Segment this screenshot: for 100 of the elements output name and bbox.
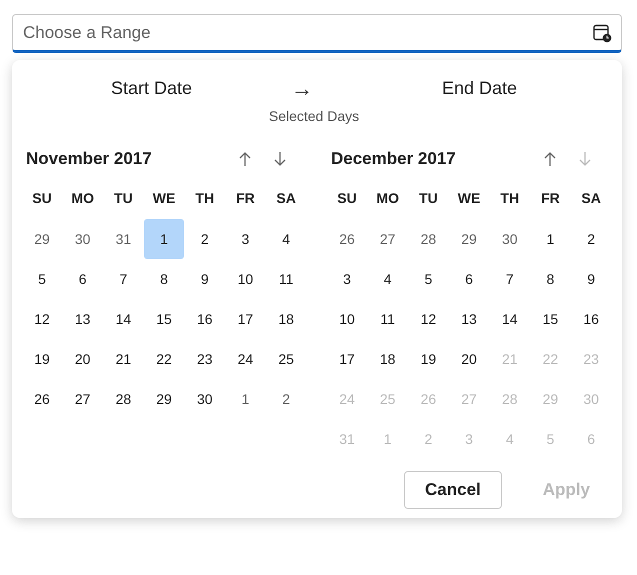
day-cell[interactable]: 29 <box>449 219 490 259</box>
day-cell[interactable]: 29 <box>22 219 62 259</box>
day-cell[interactable]: 6 <box>449 259 490 299</box>
day-cell[interactable]: 3 <box>225 219 266 259</box>
next-month-button[interactable] <box>272 151 288 167</box>
day-cell[interactable]: 11 <box>368 299 408 339</box>
previous-month-button[interactable] <box>542 151 558 167</box>
day-cell[interactable]: 20 <box>62 339 103 379</box>
day-cell[interactable]: 4 <box>266 219 306 259</box>
day-cell[interactable]: 17 <box>327 339 367 379</box>
weekday-label: TU <box>113 189 134 208</box>
day-cell[interactable]: 28 <box>103 379 144 419</box>
day-cell[interactable]: 27 <box>368 219 408 259</box>
day-cell[interactable]: 12 <box>408 299 448 339</box>
previous-month-button[interactable] <box>237 151 253 167</box>
day-cell[interactable]: 28 <box>408 219 448 259</box>
day-cell[interactable]: 5 <box>408 259 448 299</box>
weekday-label: MO <box>70 189 95 208</box>
day-cell[interactable]: 27 <box>62 379 103 419</box>
day-cell[interactable]: 17 <box>225 299 266 339</box>
day-cell[interactable]: 6 <box>62 259 103 299</box>
day-cell[interactable]: 16 <box>184 299 225 339</box>
day-cell-text: 30 <box>582 390 600 409</box>
day-cell[interactable]: 18 <box>266 299 306 339</box>
day-cell[interactable]: 2 <box>266 379 306 419</box>
weekday-label: FR <box>235 189 256 208</box>
day-cell[interactable]: 8 <box>530 259 570 299</box>
day-cell[interactable]: 11 <box>266 259 306 299</box>
day-cell[interactable]: 15 <box>530 299 570 339</box>
day-cell[interactable]: 13 <box>62 299 103 339</box>
day-cell[interactable]: 26 <box>22 379 62 419</box>
day-cell[interactable]: 9 <box>184 259 225 299</box>
day-cell-text: 27 <box>460 390 478 409</box>
day-cell-text: 24 <box>338 390 356 409</box>
weekday-label: SA <box>275 189 297 208</box>
day-cell[interactable]: 30 <box>490 219 530 259</box>
day-cell[interactable]: 19 <box>408 339 448 379</box>
weekday-label: FR <box>540 189 561 208</box>
day-cell-text: 28 <box>500 390 519 409</box>
day-cell[interactable]: 16 <box>571 299 612 339</box>
calendar-clock-icon[interactable] <box>592 23 612 43</box>
day-cell[interactable]: 4 <box>368 259 408 299</box>
day-cell[interactable]: 13 <box>449 299 490 339</box>
day-cell[interactable]: 30 <box>62 219 103 259</box>
day-cell[interactable]: 2 <box>184 219 225 259</box>
weekday-label: TU <box>418 189 439 208</box>
day-cell[interactable]: 8 <box>144 259 184 299</box>
weekday-label: WE <box>152 189 176 208</box>
day-cell[interactable]: 12 <box>22 299 62 339</box>
day-cell[interactable]: 1 <box>144 219 184 259</box>
weekday-label: SU <box>336 189 358 208</box>
day-cell-text: 21 <box>500 350 519 369</box>
range-field[interactable]: Choose a Range <box>12 14 622 53</box>
day-cell[interactable]: 9 <box>571 259 612 299</box>
day-cell-text: 26 <box>420 390 438 409</box>
day-cell[interactable]: 26 <box>327 219 367 259</box>
day-cell[interactable]: 14 <box>103 299 144 339</box>
day-cell-text: 6 <box>586 430 596 449</box>
day-cell[interactable]: 21 <box>103 339 144 379</box>
day-cell-text: 22 <box>542 350 560 369</box>
selected-days-caption: Selected Days <box>268 108 360 124</box>
day-cell-text: 25 <box>378 390 396 409</box>
day-cell[interactable]: 25 <box>266 339 306 379</box>
month-title: December 2017 <box>331 149 456 169</box>
end-date-label: End Date <box>442 78 518 99</box>
day-cell[interactable]: 23 <box>184 339 225 379</box>
day-cell-text: 5 <box>546 430 556 449</box>
day-cell[interactable]: 31 <box>103 219 144 259</box>
day-cell[interactable]: 10 <box>225 259 266 299</box>
day-cell[interactable]: 7 <box>103 259 144 299</box>
day-cell[interactable]: 19 <box>22 339 62 379</box>
day-cell[interactable]: 7 <box>490 259 530 299</box>
day-cell[interactable]: 24 <box>225 339 266 379</box>
weekday-label: MO <box>375 189 400 208</box>
day-cell[interactable]: 22 <box>144 339 184 379</box>
day-cell[interactable]: 2 <box>571 219 612 259</box>
cancel-button[interactable]: Cancel <box>404 471 502 509</box>
day-cell-text: 29 <box>542 390 560 409</box>
arrow-glyph: → <box>290 78 314 98</box>
day-cell[interactable]: 18 <box>368 339 408 379</box>
day-cell[interactable]: 20 <box>449 339 490 379</box>
day-cell[interactable]: 1 <box>225 379 266 419</box>
day-cell[interactable]: 30 <box>184 379 225 419</box>
weekday-label: TH <box>499 189 520 208</box>
day-cell[interactable]: 29 <box>144 379 184 419</box>
day-cell-text: 31 <box>338 430 356 449</box>
weekday-label: TH <box>194 189 216 208</box>
day-cell[interactable]: 3 <box>327 259 367 299</box>
day-cell[interactable]: 1 <box>530 219 570 259</box>
day-cell[interactable]: 5 <box>22 259 62 299</box>
day-cell[interactable]: 15 <box>144 299 184 339</box>
weekday-label: SA <box>580 189 602 208</box>
day-cell-text: 23 <box>582 350 600 369</box>
day-cell-text: 2 <box>423 430 434 449</box>
weekday-label: WE <box>456 189 482 208</box>
day-cell[interactable]: 10 <box>327 299 367 339</box>
start-date-label: Start Date <box>110 78 192 99</box>
day-cell[interactable]: 14 <box>490 299 530 339</box>
month-title: November 2017 <box>26 149 152 169</box>
weekday-label: SU <box>31 189 53 208</box>
